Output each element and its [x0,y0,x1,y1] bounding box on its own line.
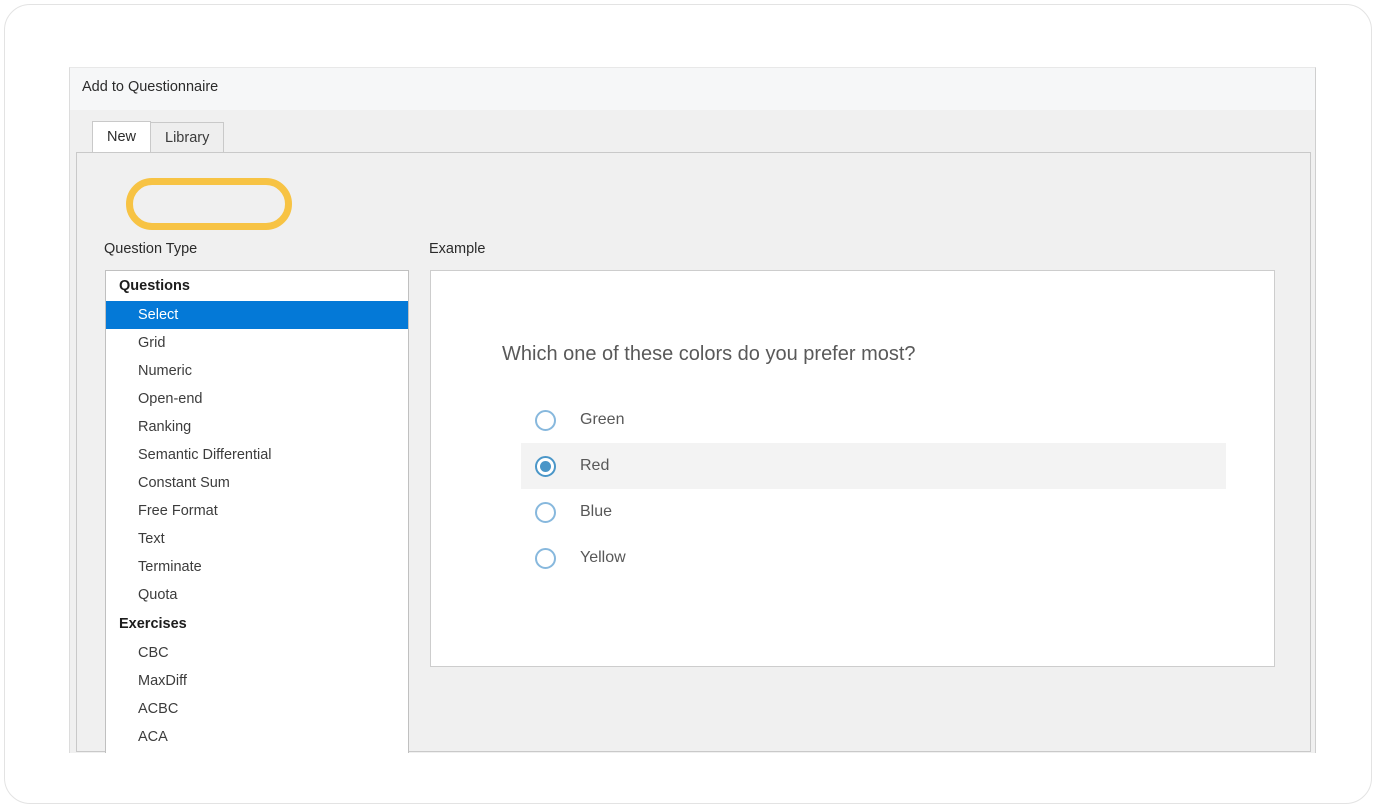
list-item-cbc[interactable]: CBC [106,639,408,667]
list-group-header-questions: Questions [119,278,190,294]
radio-icon-green[interactable] [535,409,556,431]
list-item-select[interactable]: Select [106,301,408,329]
question-type-label: Question Type [104,241,198,257]
list-item-aca[interactable]: ACA [106,723,408,751]
list-item-free-format[interactable]: Free Format [106,497,408,525]
option-row-blue[interactable]: Blue [521,489,1226,535]
example-option-list: Green Red Blue Yellow [521,397,1226,581]
radio-icon-red[interactable] [535,455,556,477]
option-row-green[interactable]: Green [521,397,1226,443]
list-item-cva[interactable]: CVA [106,751,408,753]
example-label: Example [429,241,486,257]
option-label-green: Green [580,411,625,428]
example-preview-box: Which one of these colors do you prefer … [430,270,1275,667]
list-item-grid[interactable]: Grid [106,329,408,357]
option-row-red[interactable]: Red [521,443,1226,489]
tab-new[interactable]: New [92,121,152,152]
option-label-blue: Blue [580,503,613,520]
tab-content-panel: Question Type Questions Select Grid Nume… [76,152,1311,753]
list-item-open-end[interactable]: Open-end [106,385,408,413]
list-item-acbc[interactable]: ACBC [106,695,408,723]
list-item-maxdiff[interactable]: MaxDiff [106,667,408,695]
option-label-yellow: Yellow [580,549,626,566]
list-item-ranking[interactable]: Ranking [106,413,408,441]
list-item-semantic-differential[interactable]: Semantic Differential [106,441,408,469]
example-question-text: Which one of these colors do you prefer … [502,343,916,365]
radio-icon-yellow[interactable] [535,547,556,569]
list-item-constant-sum[interactable]: Constant Sum [106,469,408,497]
dialog-header: Add to Questionnaire [70,68,1315,110]
list-item-terminate[interactable]: Terminate [106,553,408,581]
app-frame: Add to Questionnaire New Library Questio… [4,4,1372,804]
tab-strip: New Library [92,121,225,152]
list-group-header-exercises: Exercises [119,616,187,632]
dialog-title: Add to Questionnaire [82,79,219,95]
question-type-list[interactable]: Questions Select Grid Numeric Open-end R… [105,270,409,753]
list-item-numeric[interactable]: Numeric [106,357,408,385]
list-item-quota[interactable]: Quota [106,581,408,609]
list-item-text[interactable]: Text [106,525,408,553]
option-row-yellow[interactable]: Yellow [521,535,1226,581]
add-to-questionnaire-dialog: Add to Questionnaire New Library Questio… [69,67,1316,753]
option-label-red: Red [580,457,610,474]
radio-icon-blue[interactable] [535,501,556,523]
tab-library[interactable]: Library [150,122,225,152]
